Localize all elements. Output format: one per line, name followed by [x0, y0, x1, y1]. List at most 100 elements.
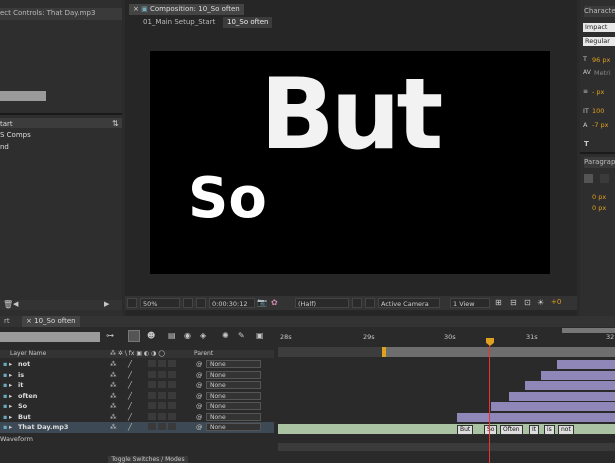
project-item[interactable]: S Comps — [0, 131, 31, 139]
timeline-tab-active[interactable]: × 10_So often — [22, 316, 80, 327]
shy-switch-icon[interactable]: ⁂ — [110, 391, 117, 401]
exposure-icon[interactable]: ☀ — [537, 298, 544, 307]
brainstorm-icon[interactable]: ✺ — [222, 331, 229, 340]
layer-bar[interactable] — [541, 370, 615, 380]
composition-tab[interactable]: × ▣ Composition: 10_So often — [129, 4, 244, 15]
transparency-grid-icon[interactable] — [365, 298, 375, 308]
frame-blending-icon[interactable]: ▤ — [168, 331, 176, 340]
parent-select[interactable]: None — [206, 381, 261, 389]
camera-select[interactable]: Active Camera — [378, 298, 440, 308]
shy-icon[interactable]: ☻ — [147, 331, 155, 340]
breadcrumb-current[interactable]: 10_So often — [223, 17, 273, 28]
timeline-icon[interactable]: ⊟ — [510, 298, 517, 307]
search-field[interactable] — [0, 91, 46, 101]
layer-row[interactable]: ▪ ▸ often ⁂ ╱ @ None — [0, 391, 274, 402]
pickwhip-icon[interactable]: @ — [196, 370, 203, 380]
work-area-start-handle[interactable] — [382, 347, 386, 357]
playhead-line[interactable] — [489, 346, 490, 463]
project-item[interactable]: nd — [0, 143, 9, 151]
switch-box[interactable] — [168, 381, 176, 388]
pickwhip-icon[interactable]: @ — [196, 391, 203, 401]
motion-blur-icon[interactable]: ◉ — [184, 331, 191, 340]
layer-name[interactable]: not — [18, 359, 30, 369]
pickwhip-icon[interactable]: @ — [196, 359, 203, 369]
layer-row[interactable]: ▪ ▸ But ⁂ ╱ @ None — [0, 412, 274, 423]
live-update-icon[interactable]: ▣ — [256, 331, 264, 340]
fast-preview-icon[interactable]: ⊞ — [495, 298, 502, 307]
switch-box[interactable] — [148, 360, 156, 367]
twirl-icon[interactable]: ▸ — [9, 370, 12, 380]
roi-icon[interactable] — [352, 298, 362, 308]
shy-switch-icon[interactable]: ⁂ — [110, 401, 117, 411]
leading-value[interactable]: - px — [592, 88, 604, 96]
parent-select[interactable]: None — [206, 423, 261, 431]
scroll-right-icon[interactable]: ▶ — [104, 300, 109, 308]
layer-name[interactable]: is — [18, 370, 24, 380]
region-icon[interactable] — [127, 298, 137, 308]
pickwhip-icon[interactable]: @ — [196, 422, 203, 432]
timecode-display[interactable]: 0:00:30:12 — [209, 298, 255, 308]
baseline-shift-value[interactable]: -7 px — [592, 121, 609, 129]
pickwhip-icon[interactable]: @ — [196, 401, 203, 411]
project-item[interactable]: tart — [0, 120, 13, 128]
view-select[interactable]: 1 View — [450, 298, 490, 308]
trash-icon[interactable]: 🗑 — [3, 300, 13, 309]
layer-bar[interactable] — [491, 402, 615, 411]
kerning-value[interactable]: Metri — [594, 69, 611, 77]
indent-left-value[interactable]: 0 px — [592, 193, 606, 201]
font-family-select[interactable]: Impact — [583, 23, 615, 32]
scroll-left-icon[interactable]: ◀ — [13, 300, 18, 308]
quality-switch-icon[interactable]: ╱ — [128, 370, 132, 380]
marker-label[interactable]: So — [484, 425, 498, 435]
marker-label[interactable]: is — [544, 425, 555, 435]
twirl-icon[interactable]: ▸ — [9, 412, 12, 422]
pickwhip-icon[interactable]: @ — [196, 380, 203, 390]
shy-switch-icon[interactable]: ⁂ — [110, 422, 117, 432]
mask-icon[interactable] — [196, 298, 206, 308]
layer-name[interactable]: it — [18, 380, 23, 390]
parent-select[interactable]: None — [206, 360, 261, 368]
marker-label[interactable]: It — [529, 425, 540, 435]
twirl-icon[interactable]: ▸ — [9, 359, 12, 369]
resolution-select[interactable]: (Half) — [295, 298, 349, 308]
layer-name-header[interactable]: Layer Name — [10, 350, 46, 358]
switch-box[interactable] — [148, 412, 156, 420]
comp-button-icon[interactable] — [128, 330, 140, 342]
switch-box[interactable] — [168, 370, 176, 378]
grid-icon[interactable] — [183, 298, 193, 308]
layer-bar[interactable] — [509, 391, 615, 401]
shy-switch-icon[interactable]: ⁂ — [110, 370, 117, 380]
layer-row[interactable]: ▪ ▸ That Day.mp3 ⁂ ╱ @ None — [0, 422, 274, 433]
quality-switch-icon[interactable]: ╱ — [128, 422, 132, 432]
toggle-switches-button[interactable]: Toggle Switches / Modes — [108, 456, 188, 463]
quality-switch-icon[interactable]: ╱ — [128, 391, 132, 401]
shy-switch-icon[interactable]: ⁂ — [110, 380, 117, 390]
marker-label[interactable]: Often — [500, 425, 523, 435]
layer-bar[interactable] — [525, 381, 615, 390]
lock-icon[interactable]: ▣ — [141, 5, 148, 13]
parent-header[interactable]: Parent — [194, 350, 213, 358]
vertical-scale-value[interactable]: 100 — [592, 107, 604, 115]
parent-select[interactable]: None — [206, 402, 261, 410]
quality-switch-icon[interactable]: ╱ — [128, 359, 132, 369]
switch-box[interactable] — [148, 402, 156, 409]
waveform-label[interactable]: Waveform — [0, 435, 50, 443]
switch-box[interactable] — [148, 423, 156, 430]
marker-label[interactable]: not — [558, 425, 574, 435]
switch-box[interactable] — [148, 391, 156, 399]
switch-box[interactable] — [148, 381, 156, 388]
font-size-value[interactable]: 96 px — [592, 56, 610, 64]
switch-box[interactable] — [168, 423, 176, 430]
switch-box[interactable] — [158, 370, 166, 378]
breadcrumb-main[interactable]: 01_Main Setup_Start — [139, 17, 219, 28]
quality-switch-icon[interactable]: ╱ — [128, 401, 132, 411]
layer-row[interactable]: ▪ ▸ is ⁂ ╱ @ None — [0, 370, 274, 381]
sort-icon[interactable]: ⇅ — [112, 119, 119, 128]
twirl-icon[interactable]: ▸ — [9, 401, 12, 411]
layer-bar[interactable] — [557, 360, 615, 369]
layer-name[interactable]: That Day.mp3 — [18, 422, 68, 432]
switch-box[interactable] — [158, 391, 166, 399]
shy-switch-icon[interactable]: ⁂ — [110, 412, 117, 422]
switch-box[interactable] — [158, 423, 166, 430]
scrollbar[interactable]: 🗑 ◀ ▶ — [0, 300, 122, 310]
